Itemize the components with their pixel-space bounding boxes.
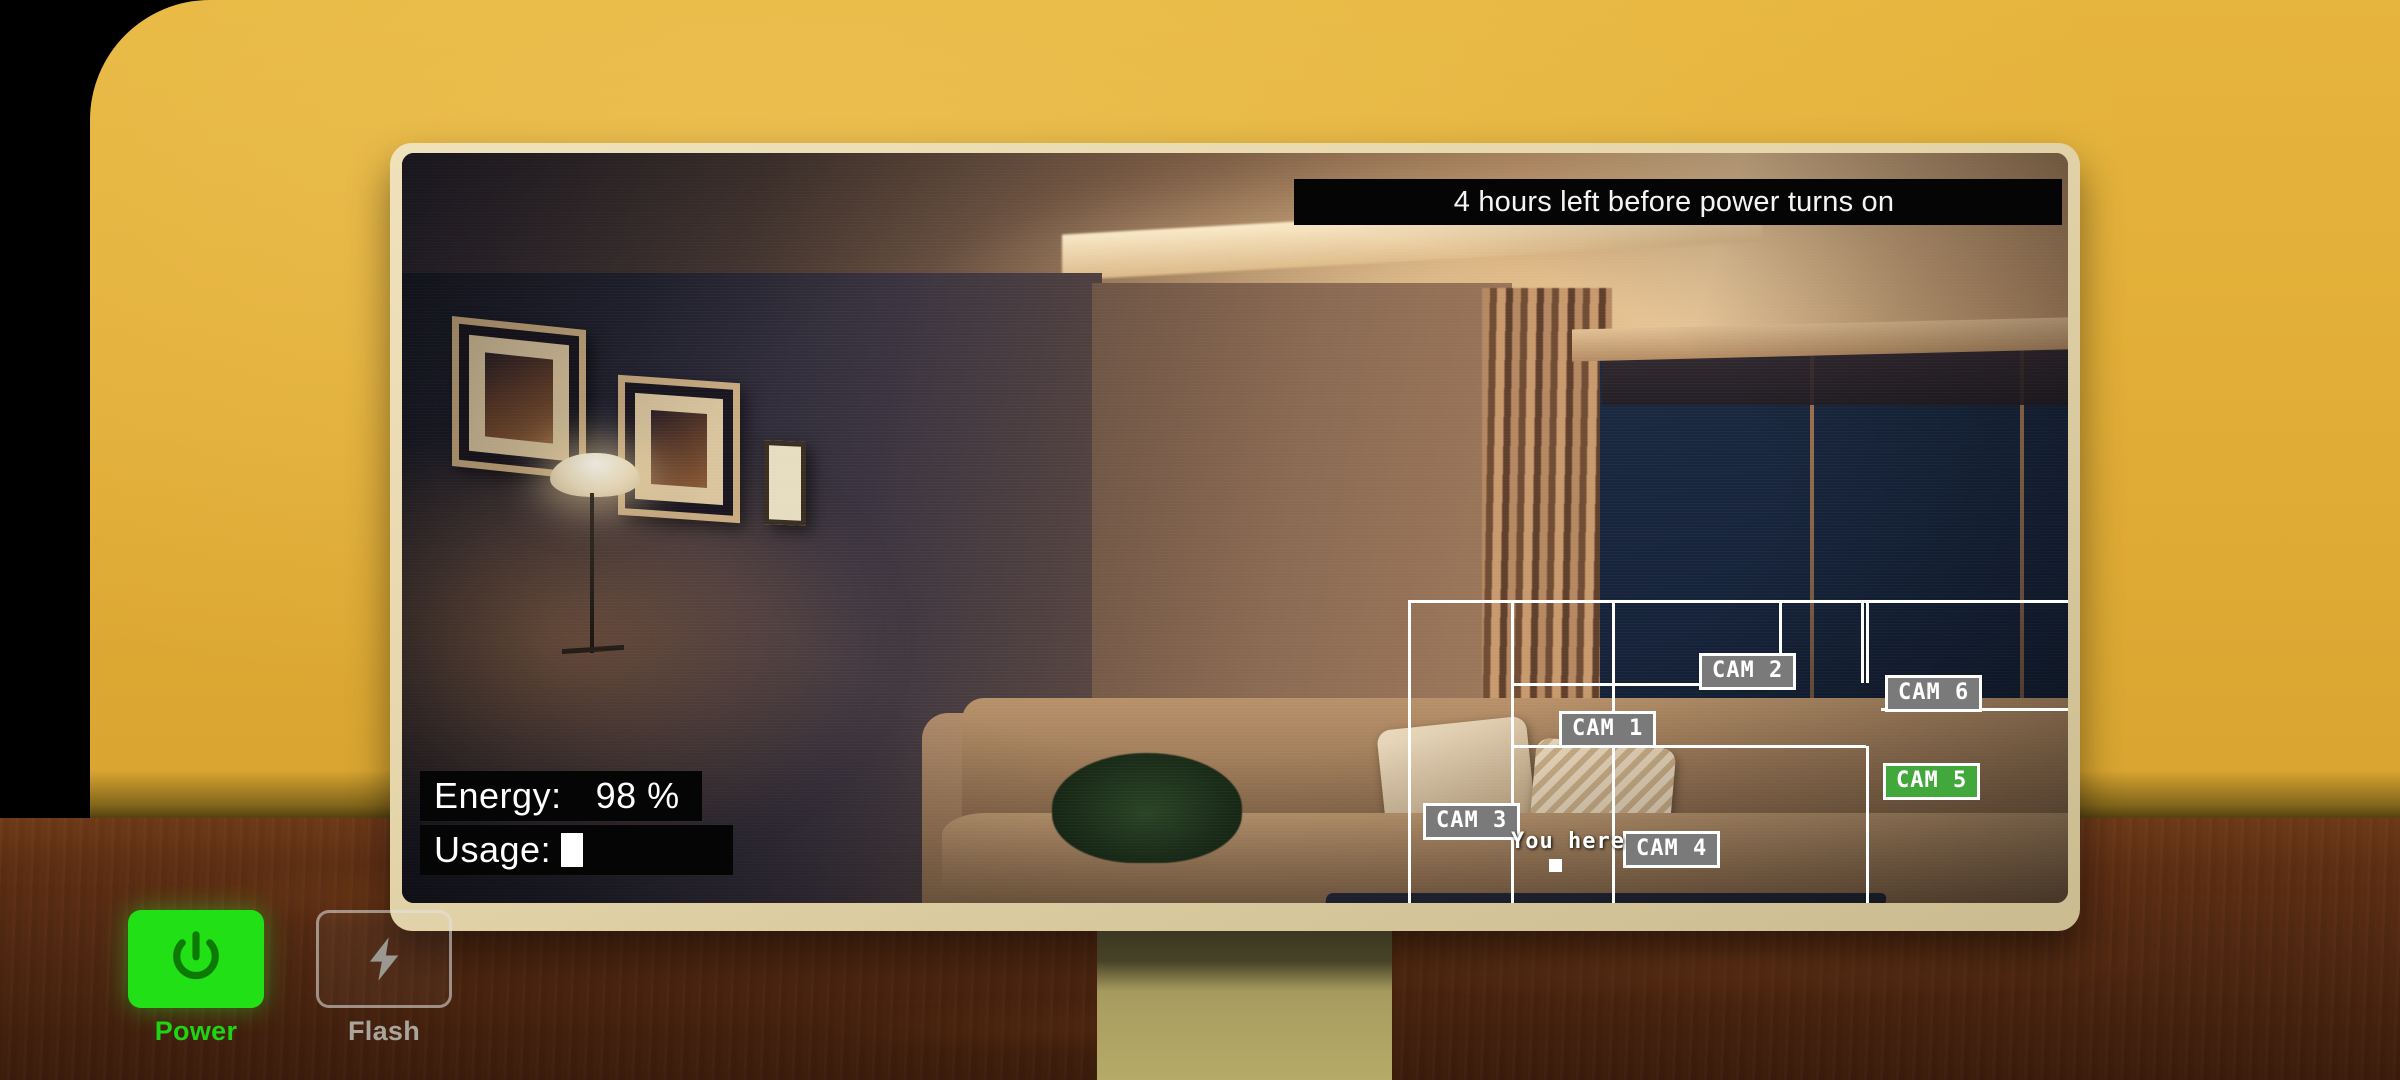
cam-tag-cam5[interactable]: CAM 5 [1883, 763, 1981, 800]
cam-tag-cam3[interactable]: CAM 3 [1423, 803, 1521, 840]
cam-tag-label: CAM 1 [1572, 716, 1644, 741]
game-screen: 4 hours left before power turns on Energ… [0, 0, 2400, 1080]
cam-tag-label: CAM 6 [1898, 680, 1970, 705]
camera-map[interactable]: CAM 1 CAM 2 CAM 3 CAM 4 CAM 5 CAM 6 You … [1408, 600, 2068, 903]
monitor-stand [1097, 915, 1392, 1080]
frame-artwork [651, 410, 707, 488]
power-countdown-banner: 4 hours left before power turns on [1294, 179, 2062, 225]
energy-readout: Energy: 98 % [420, 771, 702, 821]
left-letterbox-band [0, 0, 92, 818]
cam-tag-cam4[interactable]: CAM 4 [1623, 831, 1721, 868]
cam-tag-label: CAM 4 [1636, 836, 1708, 861]
cam-tag-label: CAM 5 [1896, 768, 1968, 793]
cam-tag-cam6[interactable]: CAM 6 [1885, 675, 1983, 712]
map-gridline-v7 [1866, 603, 1869, 683]
map-gridline-v6 [1866, 746, 1869, 903]
power-button[interactable] [128, 910, 264, 1008]
cam-tag-label: CAM 3 [1436, 808, 1508, 833]
floor-lamp-shade [550, 453, 640, 497]
potted-plant [1052, 753, 1242, 863]
monitor-screen: 4 hours left before power turns on Energ… [402, 153, 2068, 903]
map-gridline-v1 [1511, 603, 1514, 903]
energy-label: Energy: [434, 775, 562, 816]
map-gridline-v3 [1612, 745, 1615, 903]
control-button-row: Power Flash [128, 910, 452, 1047]
monitor-bezel: 4 hours left before power turns on Energ… [390, 143, 2080, 931]
lightning-bolt-icon [369, 937, 399, 981]
power-countdown-text: 4 hours left before power turns on [1453, 185, 1895, 218]
frame-artwork [485, 352, 553, 444]
map-gridline-v5 [1861, 603, 1864, 683]
flash-button-label: Flash [347, 1016, 421, 1046]
you-here-label: You here [1511, 829, 1625, 854]
flash-button-group[interactable]: Flash [316, 910, 452, 1047]
cam-tag-cam1[interactable]: CAM 1 [1559, 711, 1657, 748]
wall-picture-frame-3 [764, 440, 806, 526]
energy-value: 98 % [595, 775, 680, 816]
power-button-label: Power [154, 1016, 238, 1046]
floor-lamp-pole [590, 493, 594, 653]
usage-readout: Usage: [420, 825, 734, 875]
wall-picture-frame-1 [452, 315, 586, 481]
wall-picture-frame-2 [618, 374, 740, 524]
cam-tag-cam2[interactable]: CAM 2 [1699, 653, 1797, 690]
you-here-marker [1549, 859, 1562, 872]
flash-button[interactable] [316, 910, 452, 1008]
cam-tag-label: CAM 2 [1712, 658, 1784, 683]
usage-bar-segment [561, 833, 584, 867]
power-button-group[interactable]: Power [128, 910, 264, 1047]
usage-label: Usage: [434, 829, 552, 870]
usage-bar-meter [561, 833, 584, 867]
power-icon [173, 931, 219, 979]
